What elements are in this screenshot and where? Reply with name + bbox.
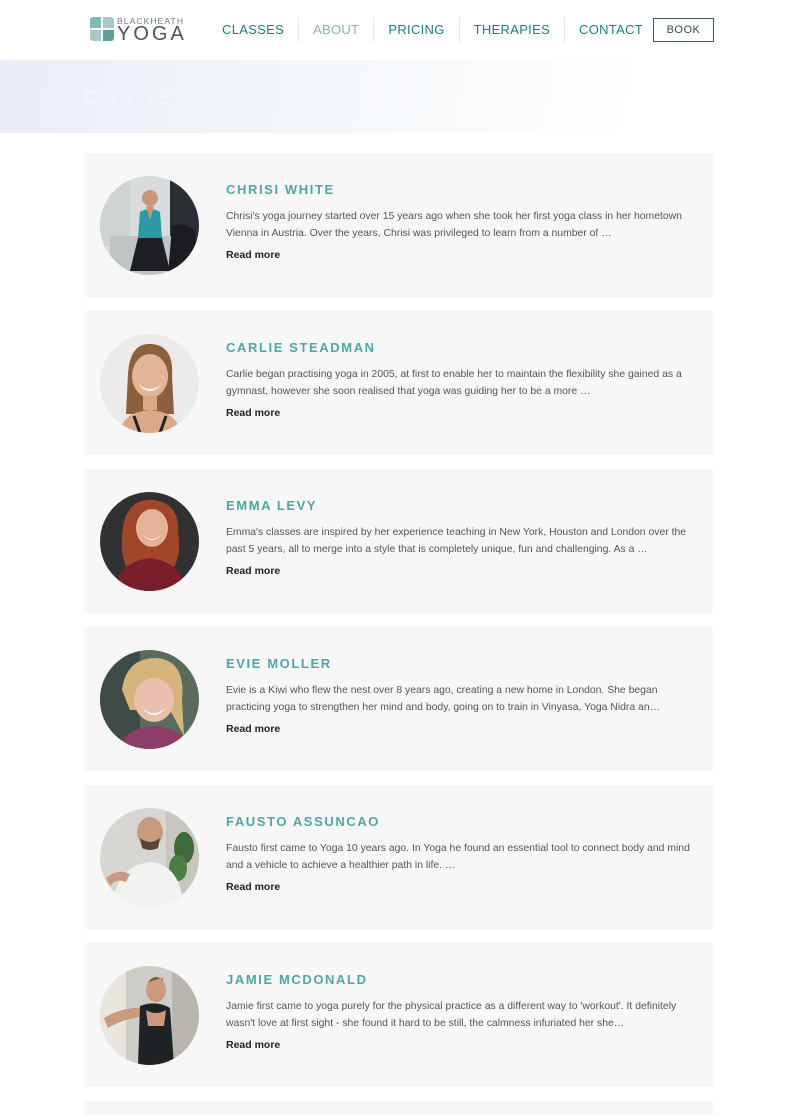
teacher-photo[interactable] — [100, 650, 199, 749]
read-more-link[interactable]: Read more — [226, 881, 280, 893]
teacher-bio: Jamie first came to yoga purely for the … — [226, 1001, 677, 1029]
teacher-card: FAUSTO ASSUNCAO Fausto first came to Yog… — [84, 785, 713, 929]
teacher-bio: Evie is a Kiwi who flew the nest over 8 … — [226, 685, 660, 713]
teacher-bio: Carlie began practising yoga in 2005, at… — [226, 369, 682, 397]
teacher-card: JAMIE MCDONALD Jamie first came to yoga … — [84, 943, 713, 1087]
hero-banner: OUR TEACHERS — [0, 60, 800, 133]
teacher-card: CHRISI WHITE Chrisi's yoga journey start… — [84, 153, 713, 297]
logo-mark-icon — [90, 17, 114, 41]
teacher-card: EMMA LEVY Emma's classes are inspired by… — [84, 469, 713, 613]
teacher-name: EMMA LEVY — [226, 498, 318, 513]
teacher-name: CARLIE STEADMAN — [226, 340, 376, 355]
nav-item-therapies[interactable]: THERAPIES — [458, 18, 564, 42]
teacher-card — [84, 1101, 713, 1115]
teacher-photo[interactable] — [100, 966, 199, 1065]
site-header: BLACKHEATH YOGA CLASSES ABOUT PRICING TH… — [0, 0, 800, 60]
teacher-photo[interactable] — [100, 808, 199, 907]
book-button[interactable]: BOOK — [653, 18, 714, 42]
teacher-name: CHRISI WHITE — [226, 182, 335, 197]
read-more-link[interactable]: Read more — [226, 407, 280, 419]
teacher-name: JAMIE MCDONALD — [226, 972, 368, 987]
read-more-link[interactable]: Read more — [226, 565, 280, 577]
read-more-link[interactable]: Read more — [226, 723, 280, 735]
brand-logo[interactable]: BLACKHEATH YOGA — [90, 15, 190, 45]
teacher-card: CARLIE STEADMAN Carlie began practising … — [84, 311, 713, 455]
teacher-photo[interactable] — [100, 492, 199, 591]
teacher-bio: Fausto first came to Yoga 10 years ago. … — [226, 843, 690, 871]
teacher-bio: Emma's classes are inspired by her exper… — [226, 527, 687, 555]
teacher-photo[interactable] — [100, 176, 199, 275]
nav-item-classes[interactable]: CLASSES — [208, 18, 298, 42]
read-more-link[interactable]: Read more — [226, 249, 280, 261]
nav-item-pricing[interactable]: PRICING — [373, 18, 458, 42]
nav-item-contact[interactable]: CONTACT — [564, 18, 657, 42]
page-title: OUR TEACHERS — [84, 87, 273, 109]
brand-name-bottom: YOGA — [117, 23, 187, 45]
teacher-photo[interactable] — [100, 334, 199, 433]
teacher-bio: Chrisi's yoga journey started over 15 ye… — [226, 211, 682, 239]
read-more-link[interactable]: Read more — [226, 1039, 280, 1051]
teacher-card: EVIE MOLLER Evie is a Kiwi who flew the … — [84, 627, 713, 771]
main-nav: CLASSES ABOUT PRICING THERAPIES CONTACT — [208, 18, 657, 42]
teacher-name: EVIE MOLLER — [226, 656, 332, 671]
nav-item-about[interactable]: ABOUT — [298, 18, 373, 42]
teacher-name: FAUSTO ASSUNCAO — [226, 814, 381, 829]
teacher-list: CHRISI WHITE Chrisi's yoga journey start… — [84, 153, 713, 1115]
